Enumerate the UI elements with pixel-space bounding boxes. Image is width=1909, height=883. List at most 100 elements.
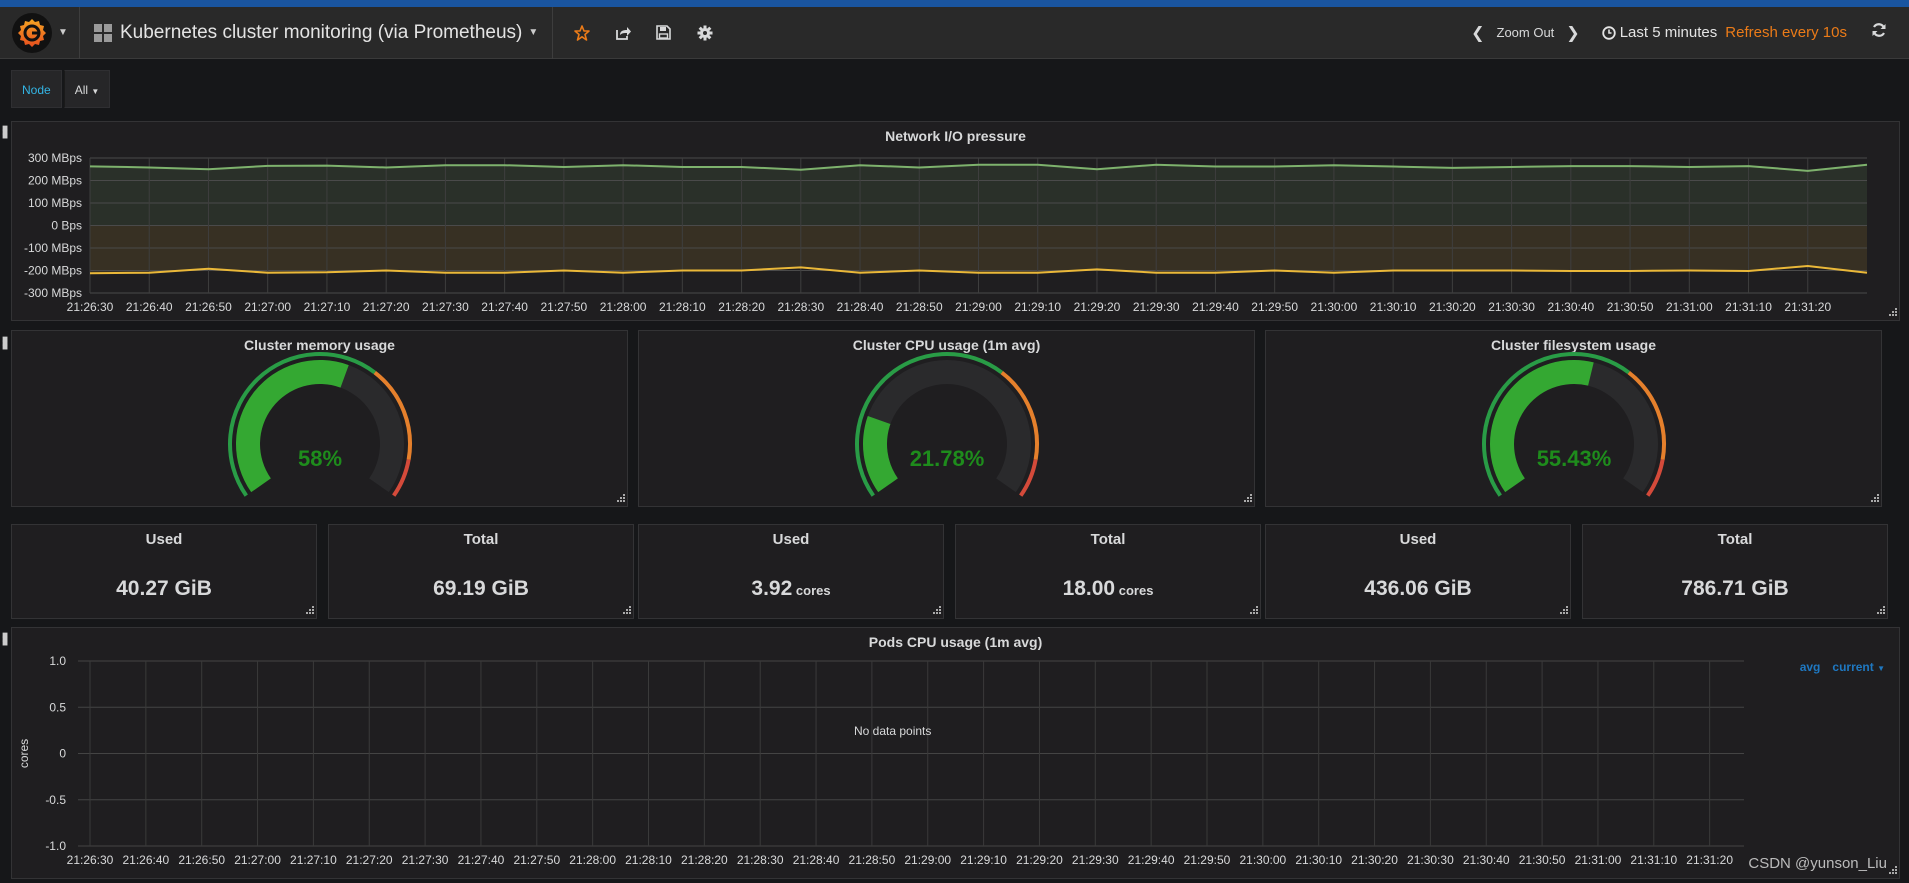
watermark: CSDN @yunson_Liu: [1748, 855, 1887, 872]
stat-panel: Total 786.71 GiB: [1582, 524, 1888, 619]
legend-header: avg current ▼: [1800, 660, 1885, 674]
x-tick-label: 21:28:30: [737, 853, 784, 867]
gauge-value: 58%: [298, 446, 342, 471]
x-tick-label: 21:31:00: [1575, 853, 1622, 867]
resize-handle-icon[interactable]: [615, 494, 625, 504]
network-io-chart: 300 MBps 200 MBps 100 MBps 0 Bps -100 MBps -2…: [24, 151, 1868, 314]
row-drag-handle[interactable]: ■ ■ ■: [2, 631, 8, 649]
x-tick-label: 21:27:10: [290, 853, 337, 867]
save-button[interactable]: [643, 7, 684, 59]
stat-unit: cores: [1115, 583, 1154, 598]
x-tick-label: 21:30:00: [1311, 300, 1358, 314]
stat-value: 3.92 cores: [639, 577, 943, 601]
stat-unit: GiB: [1745, 577, 1789, 600]
stat-unit: GiB: [168, 577, 212, 600]
x-tick-label: 21:30:10: [1295, 853, 1342, 867]
network-io-panel: Network I/O pressure 300 MBps 200 MBps 100…: [11, 121, 1900, 321]
settings-button[interactable]: [684, 7, 725, 59]
x-tick-label: 21:27:50: [541, 300, 588, 314]
grafana-menu-button[interactable]: ▼: [0, 6, 80, 59]
x-tick-label: 21:28:00: [569, 853, 616, 867]
gauge-panel: Cluster CPU usage (1m avg) 21.78%: [638, 330, 1255, 507]
stat-title[interactable]: Used: [639, 531, 943, 548]
row-drag-handle[interactable]: ■ ■ ■: [2, 124, 8, 142]
x-tick-label: 21:28:10: [659, 300, 706, 314]
star-button[interactable]: [561, 7, 602, 59]
y-tick-label: 1.0: [49, 654, 66, 668]
x-tick-label: 21:30:40: [1463, 853, 1510, 867]
x-tick-label: 21:29:20: [1016, 853, 1063, 867]
stat-number: 18.00: [1062, 577, 1116, 600]
refresh-interval-label[interactable]: Refresh every 10s: [1725, 24, 1847, 41]
y-tick-label: 300 MBps: [28, 151, 82, 165]
legend-sort-current[interactable]: current ▼: [1832, 660, 1885, 674]
y-tick-label: -1.0: [45, 839, 66, 853]
dashboard-title: Kubernetes cluster monitoring (via Prome…: [120, 21, 523, 43]
row-drag-handle[interactable]: ■ ■ ■: [2, 335, 8, 353]
resize-handle-icon[interactable]: [304, 606, 314, 616]
stat-value: 786.71 GiB: [1583, 577, 1887, 601]
variable-select-node[interactable]: All ▼: [63, 70, 111, 108]
x-tick-label: 21:26:50: [178, 853, 225, 867]
stat-title[interactable]: Total: [1583, 531, 1887, 548]
y-tick-label: -200 MBps: [24, 264, 82, 278]
resize-handle-icon[interactable]: [621, 606, 631, 616]
resize-handle-icon[interactable]: [1248, 606, 1258, 616]
star-icon: [573, 24, 590, 41]
zoom-out-button[interactable]: Zoom Out: [1497, 25, 1555, 40]
stat-number: 786.71: [1681, 577, 1746, 600]
time-shift-back-button[interactable]: ❮: [1471, 23, 1484, 43]
caret-down-icon: ▼: [58, 27, 68, 38]
stat-title[interactable]: Total: [329, 531, 633, 548]
x-tick-label: 21:27:20: [346, 853, 393, 867]
x-tick-label: 21:26:50: [185, 300, 232, 314]
stat-title[interactable]: Used: [1266, 531, 1570, 548]
variable-value: All: [74, 83, 89, 97]
share-icon: [615, 26, 631, 40]
stat-value: 436.06 GiB: [1266, 577, 1570, 601]
y-tick-label: 100 MBps: [28, 196, 82, 210]
resize-handle-icon[interactable]: [931, 606, 941, 616]
x-tick-label: 21:31:20: [1784, 300, 1831, 314]
time-range-picker[interactable]: Last 5 minutes: [1602, 24, 1717, 41]
x-tick-label: 21:28:50: [849, 853, 896, 867]
caret-down-icon: ▼: [528, 27, 539, 38]
resize-handle-icon[interactable]: [1558, 606, 1568, 616]
stat-title[interactable]: Total: [956, 531, 1260, 548]
stat-title[interactable]: Used: [12, 531, 316, 548]
resize-handle-icon[interactable]: [1242, 494, 1252, 504]
x-tick-label: 21:29:20: [1074, 300, 1121, 314]
x-tick-label: 21:30:50: [1519, 853, 1566, 867]
x-tick-label: 21:29:50: [1184, 853, 1231, 867]
stat-value: 40.27 GiB: [12, 577, 316, 601]
stat-panel: Used 40.27 GiB: [11, 524, 317, 619]
dashboard-title-button[interactable]: Kubernetes cluster monitoring (via Prome…: [80, 6, 554, 59]
x-tick-label: 21:27:50: [513, 853, 560, 867]
caret-down-icon: ▼: [91, 87, 100, 96]
stat-number: 40.27: [116, 577, 169, 600]
y-axis-label: cores: [17, 739, 31, 768]
y-tick-label: -0.5: [45, 793, 66, 807]
stat-panel: Total 69.19 GiB: [328, 524, 634, 619]
stat-unit: GiB: [485, 577, 529, 600]
x-tick-label: 21:29:50: [1251, 300, 1298, 314]
x-tick-label: 21:27:40: [458, 853, 505, 867]
legend-sort-avg[interactable]: avg: [1800, 660, 1821, 674]
share-button[interactable]: [602, 7, 643, 59]
gauge: 21.78%: [855, 352, 1039, 497]
x-tick-label: 21:29:10: [1014, 300, 1061, 314]
time-shift-forward-button[interactable]: ❯: [1566, 23, 1579, 43]
x-tick-label: 21:30:30: [1407, 853, 1454, 867]
stat-unit: GiB: [1428, 577, 1472, 600]
variable-label-node: Node: [11, 70, 62, 108]
x-tick-label: 21:27:10: [304, 300, 351, 314]
x-tick-label: 21:27:30: [422, 300, 469, 314]
x-tick-label: 21:30:30: [1488, 300, 1535, 314]
x-tick-label: 21:30:20: [1351, 853, 1398, 867]
resize-handle-icon[interactable]: [1887, 866, 1897, 876]
resize-handle-icon[interactable]: [1869, 494, 1879, 504]
navbar: ▼ Kubernetes cluster monitoring (via Pro…: [0, 6, 1909, 59]
resize-handle-icon[interactable]: [1875, 606, 1885, 616]
refresh-button[interactable]: [1871, 22, 1887, 43]
resize-handle-icon[interactable]: [1887, 308, 1897, 318]
